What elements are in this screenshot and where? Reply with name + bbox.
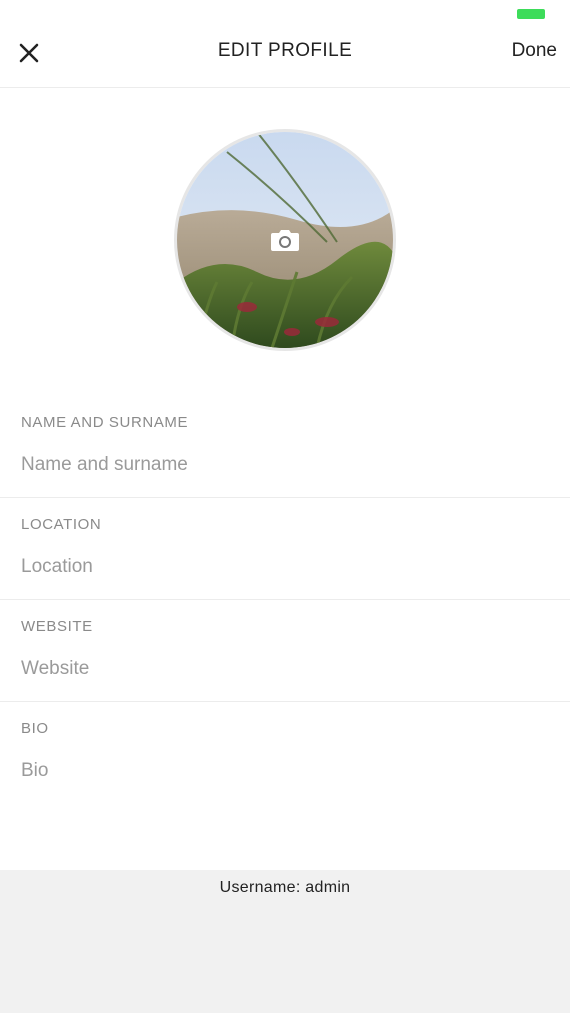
status-bar xyxy=(0,0,570,24)
page-title: EDIT PROFILE xyxy=(217,40,353,61)
avatar[interactable] xyxy=(174,129,396,351)
website-label: WEBSITE xyxy=(21,618,93,635)
name-input[interactable] xyxy=(21,451,541,479)
name-label: NAME AND SURNAME xyxy=(21,414,189,431)
location-field: LOCATION xyxy=(0,498,570,600)
name-field: NAME AND SURNAME xyxy=(0,396,570,498)
camera-icon xyxy=(271,230,299,251)
location-label: LOCATION xyxy=(21,516,102,533)
edit-profile-screen: EDIT PROFILE Done NAME AND SURNAME Name … xyxy=(0,0,570,1013)
location-input[interactable] xyxy=(21,553,541,581)
website-input[interactable] xyxy=(21,655,541,683)
bio-field: BIO xyxy=(0,702,570,802)
footer: Username: admin xyxy=(0,870,570,1013)
bio-input[interactable] xyxy=(21,757,541,785)
done-button[interactable]: Done xyxy=(512,40,557,62)
bio-label: BIO xyxy=(21,720,49,737)
header: EDIT PROFILE Done xyxy=(0,24,570,88)
profile-form: NAME AND SURNAME LOCATION WEBSITE BIO xyxy=(0,396,570,802)
website-field: WEBSITE xyxy=(0,600,570,702)
username-text: Username: admin xyxy=(219,879,351,896)
battery-icon xyxy=(517,9,545,19)
